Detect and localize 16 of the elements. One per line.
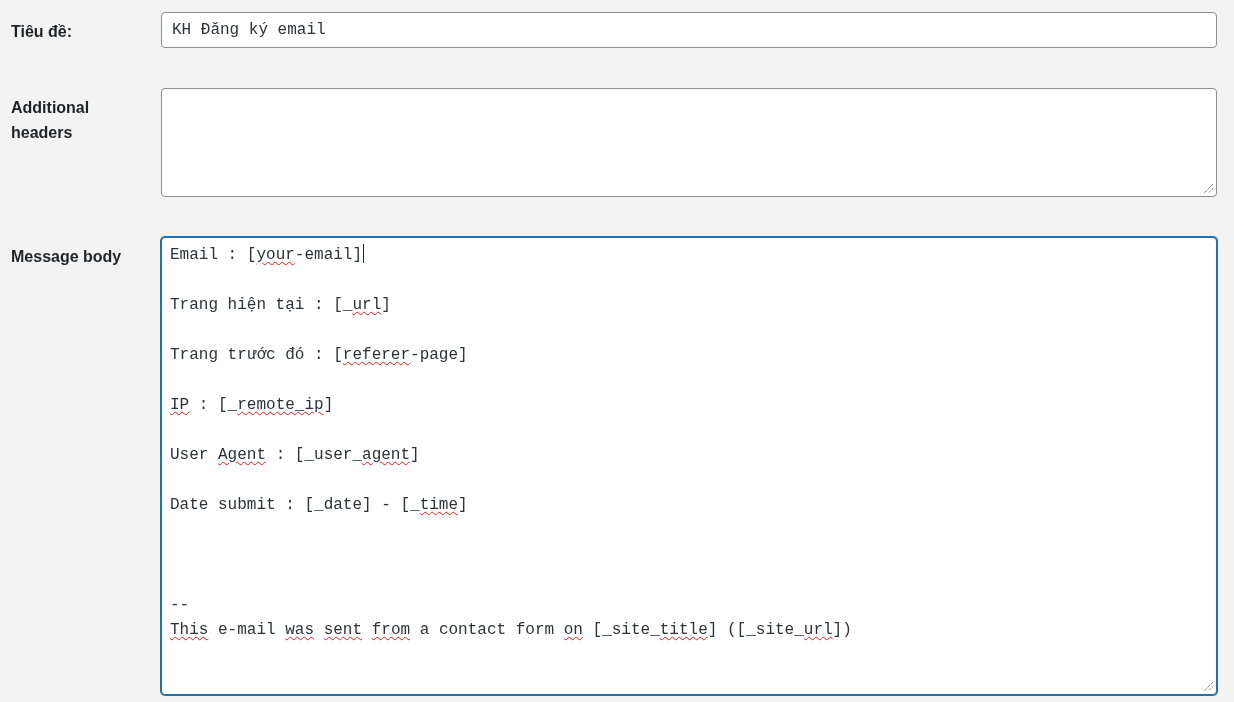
text-line: This e-mail was sent from a contact form on [_site_title] ([_site_url]) xyxy=(170,621,852,639)
text-line: Trang trước đó : [referer-page] xyxy=(170,346,468,364)
text-line: Date submit : [_date] - [_time] xyxy=(170,496,468,514)
text-line: Email : [your-email] xyxy=(170,246,363,264)
text-line: -- xyxy=(170,596,190,614)
text-line: Trang hiện tại : [_url] xyxy=(170,296,391,314)
textarea-field[interactable] xyxy=(161,237,1217,695)
field-label: Message body xyxy=(11,248,122,265)
textarea-field[interactable] xyxy=(161,88,1217,197)
resize-handle-icon[interactable] xyxy=(1204,682,1213,691)
text-input[interactable]: KH Đăng ký email xyxy=(161,12,1217,48)
text-line: User Agent : [_user_agent] xyxy=(170,446,420,464)
text-line: IP : [_remote_ip] xyxy=(170,396,334,414)
field-label: Tiêu đề: xyxy=(11,23,73,40)
field-label: Additional headers xyxy=(11,99,90,141)
resize-handle-icon[interactable] xyxy=(1204,184,1213,193)
